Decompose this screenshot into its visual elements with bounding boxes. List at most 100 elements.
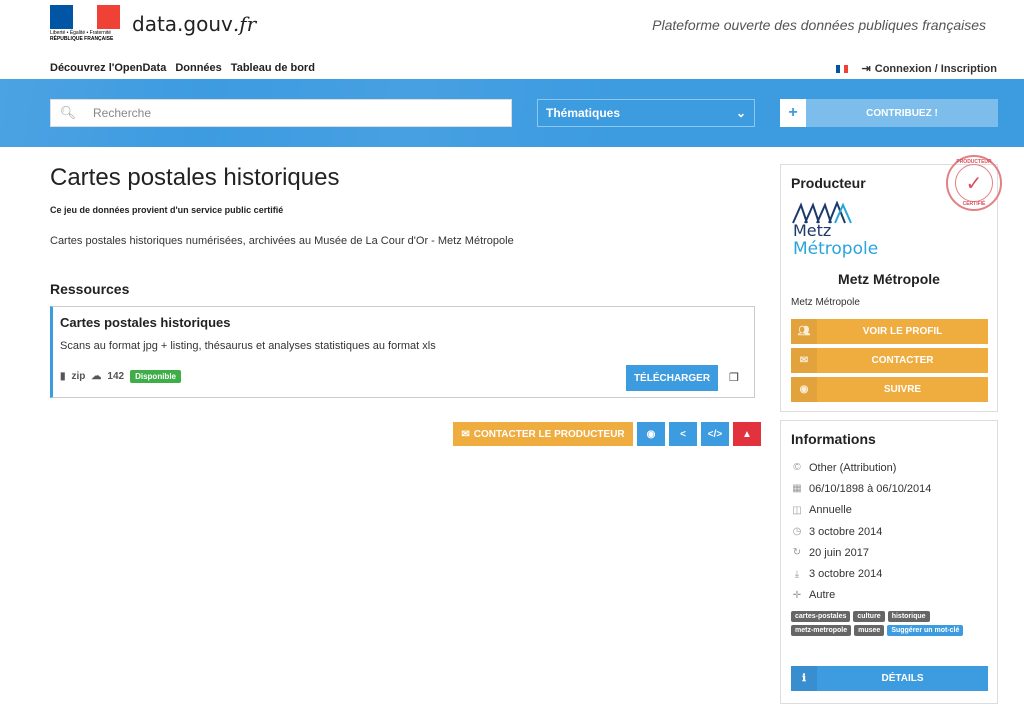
info-last-download-text: 3 octobre 2014	[809, 568, 883, 581]
info-license[interactable]: © Other (Attribution)	[791, 457, 931, 478]
logo-text: Liberté • Égalité • Fraternité RÉPUBLIQU…	[50, 30, 113, 42]
nav-item-dashboard[interactable]: Tableau de bord	[231, 62, 315, 74]
copyright-icon: ©	[793, 462, 801, 474]
producer-panel: Producteur PRODUCTEUR ✓ CERTIFIÉ Metz Mé…	[780, 155, 1002, 412]
code-icon: </>	[707, 428, 723, 440]
nav-item-opendata[interactable]: Découvrez l'OpenData	[50, 62, 166, 74]
tag-culture[interactable]: culture	[853, 611, 885, 622]
frequency-icon: ◫	[792, 504, 802, 516]
plus-icon: +	[780, 99, 806, 127]
stamp-top-text: PRODUCTEUR	[956, 159, 992, 165]
details-label: DÉTAILS	[881, 673, 924, 684]
info-temporal-text: 06/10/1898 à 06/10/2014	[809, 482, 932, 495]
info-spatial-text: Autre	[809, 589, 836, 602]
chevron-down-icon: ⌄	[735, 106, 746, 120]
french-flag-icon	[50, 5, 120, 29]
republique-francaise-logo[interactable]: Liberté • Égalité • Fraternité RÉPUBLIQU…	[50, 5, 120, 45]
resource-meta: ▮ zip ☁ 142 Disponible	[60, 370, 181, 383]
crosshair-icon: ✛	[792, 589, 802, 601]
search-placeholder: Recherche	[93, 106, 152, 120]
sign-in-icon: ⇥	[861, 63, 871, 75]
follow-label: SUIVRE	[883, 384, 922, 395]
site-header: Liberté • Égalité • Fraternité RÉPUBLIQU…	[0, 0, 1024, 80]
info-temporal-coverage: ▦ 06/10/1898 à 06/10/2014	[791, 478, 931, 499]
stamp-bottom-text: CERTIFIÉ	[962, 201, 986, 207]
metz-logo-line1: Metz	[793, 221, 832, 240]
envelope-icon: ✉	[461, 428, 470, 440]
resource-card: Cartes postales historiques Scans au for…	[50, 306, 755, 398]
follow-button[interactable]: ◉	[637, 422, 665, 446]
users-icon: 👥︎	[791, 319, 817, 344]
share-icon: <	[680, 428, 686, 440]
envelope-icon: ✉	[791, 348, 817, 373]
nav-item-donnees[interactable]: Données	[175, 62, 221, 74]
eye-icon: ◉	[791, 377, 817, 402]
certified-stamp-icon: PRODUCTEUR ✓ CERTIFIÉ	[946, 155, 1002, 211]
resource-description: Scans au format jpg + listing, thésaurus…	[60, 340, 436, 352]
tag-musee[interactable]: musee	[854, 625, 885, 636]
info-frequency-text: Annuelle	[809, 504, 852, 517]
dataset-description: Cartes postales historiques numérisées, …	[50, 235, 514, 247]
file-icon: ▮	[60, 371, 66, 382]
view-profile-button[interactable]: 👥︎ VOIR LE PROFIL	[791, 319, 988, 344]
search-icon: 🔍︎	[59, 105, 77, 120]
site-brand[interactable]: data.gouv.fr	[132, 12, 256, 36]
contact-label: CONTACTER	[871, 355, 934, 366]
details-button[interactable]: ℹ DÉTAILS	[791, 666, 988, 691]
contribute-button[interactable]: + CONTRIBUEZ !	[780, 99, 998, 127]
embed-button[interactable]: </>	[701, 422, 729, 446]
page-title: Cartes postales historiques	[50, 164, 340, 191]
resource-downloads: 142	[107, 371, 125, 382]
dataset-actions: ✉ CONTACTER LE PRODUCTEUR ◉ < </> ▲	[453, 422, 761, 446]
search-band: 🔍︎ Recherche Thématiques ⌄ + CONTRIBUEZ …	[0, 79, 1024, 147]
info-heading: Informations	[791, 431, 876, 447]
metz-logo-line2: Métropole	[793, 239, 879, 259]
clock-icon: ◷	[792, 526, 802, 538]
download-button[interactable]: TÉLÉCHARGER	[626, 365, 718, 391]
info-created: ◷ 3 octobre 2014	[791, 521, 931, 542]
contact-producer-label: CONTACTER LE PRODUCTEUR	[473, 428, 625, 440]
tag-historique[interactable]: historique	[887, 611, 930, 622]
share-button[interactable]: <	[669, 422, 697, 446]
site-tagline: Plateforme ouverte des données publiques…	[652, 17, 986, 33]
resource-title[interactable]: Cartes postales historiques	[60, 315, 231, 330]
info-icon: ℹ	[791, 666, 817, 691]
producer-heading: Producteur	[791, 175, 866, 191]
copy-icon[interactable]: ❐	[729, 371, 739, 384]
info-last-download: ⤓ 3 octobre 2014	[791, 563, 931, 584]
calendar-icon: ▦	[792, 483, 802, 495]
download-icon: ⤓	[794, 568, 800, 580]
producer-name[interactable]: Metz Métropole	[781, 271, 997, 287]
info-spatial: ✛ Autre	[791, 585, 931, 606]
contact-button[interactable]: ✉ CONTACTER	[791, 348, 988, 373]
info-list: © Other (Attribution) ▦ 06/10/1898 à 06/10…	[791, 457, 931, 606]
report-button[interactable]: ▲	[733, 422, 761, 446]
info-updated: ↻ 20 juin 2017	[791, 542, 931, 563]
logo-republique: RÉPUBLIQUE FRANÇAISE	[50, 36, 114, 42]
brand-tld: .fr	[232, 12, 257, 36]
brand-main: data.gouv	[132, 12, 233, 36]
search-input[interactable]: 🔍︎ Recherche	[50, 99, 512, 127]
login-label: Connexion / Inscription	[874, 62, 997, 75]
language-flag-icon[interactable]	[835, 64, 848, 73]
contact-producer-button[interactable]: ✉ CONTACTER LE PRODUCTEUR	[453, 422, 633, 446]
view-profile-label: VOIR LE PROFIL	[862, 326, 943, 337]
certified-note: Ce jeu de données provient d'un service …	[50, 205, 284, 215]
checkmark-icon: ✓	[955, 164, 993, 202]
info-updated-text: 20 juin 2017	[809, 546, 869, 559]
tag-cartes-postales[interactable]: cartes-postales	[791, 611, 851, 622]
login-link[interactable]: ⇥ Connexion / Inscription	[861, 62, 997, 76]
info-panel: Informations © Other (Attribution) ▦ 06/10…	[780, 420, 998, 704]
info-created-text: 3 octobre 2014	[809, 525, 883, 538]
info-frequency: ◫ Annuelle	[791, 500, 931, 521]
tag-metz-metropole[interactable]: metz-metropole	[791, 625, 852, 636]
refresh-icon: ↻	[792, 547, 802, 559]
tag-list: cartes-postales culture historique metz-…	[791, 611, 991, 636]
user-nav: ⇥ Connexion / Inscription	[835, 62, 997, 76]
suggest-tag-button[interactable]: Suggérer un mot-clé	[887, 625, 964, 636]
themes-label: Thématiques	[546, 106, 621, 120]
themes-dropdown[interactable]: Thématiques ⌄	[537, 99, 755, 127]
resources-heading: Ressources	[50, 281, 130, 297]
producer-logo[interactable]: Metz Métropole	[791, 201, 891, 263]
follow-producer-button[interactable]: ◉ SUIVRE	[791, 377, 988, 402]
